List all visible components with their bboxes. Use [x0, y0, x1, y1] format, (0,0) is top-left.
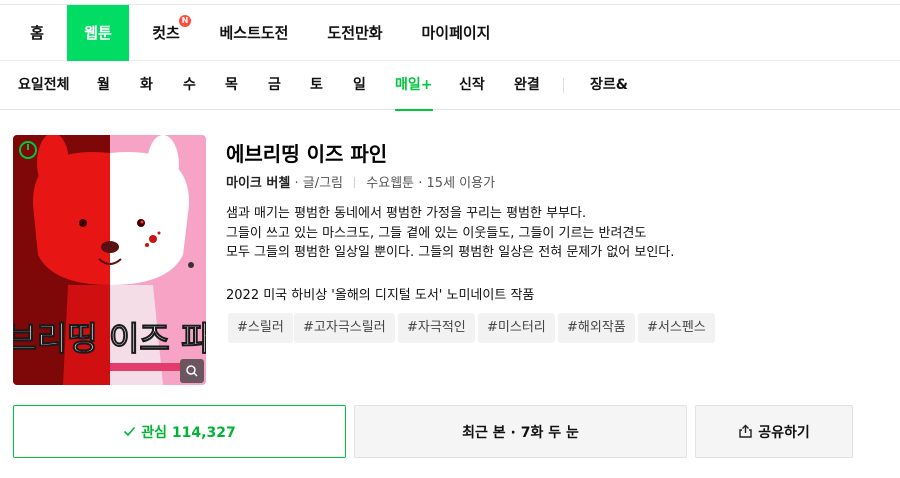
tab-friday[interactable]: 금 — [268, 61, 281, 110]
thumbnail-artwork: 에브리띵 이즈 파인 — [13, 135, 206, 385]
award-text: 2022 미국 하비상 '올해의 디지털 도서' 노미네이트 작품 — [226, 288, 535, 303]
description-line: 그들이 쓰고 있는 마스크도, 그들 곁에 있는 이웃들도, 그들이 기르는 반… — [226, 225, 647, 241]
tag-mystery[interactable]: #미스터리 — [478, 313, 555, 343]
nav-item-mypage[interactable]: 마이페이지 — [410, 5, 502, 61]
tab-thursday[interactable]: 목 — [225, 61, 238, 110]
tab-daily-plus[interactable]: 매일+ — [395, 61, 433, 111]
tag-high-stimulus-thriller[interactable]: #고자극스릴러 — [294, 313, 395, 343]
nav-item-home[interactable]: 홈 — [16, 5, 58, 61]
nav-item-webtoon[interactable]: 웹툰 — [67, 5, 129, 61]
comic-title: 에브리띵 이즈 파인 — [226, 142, 388, 166]
share-button[interactable]: 공유하기 — [695, 405, 853, 458]
tab-saturday[interactable]: 토 — [310, 61, 323, 110]
day-genre: 수요웹툰 — [366, 176, 415, 191]
comic-thumbnail[interactable]: 에브리띵 이즈 파인 — [13, 135, 206, 385]
timer-icon — [19, 141, 37, 159]
recent-viewed-button[interactable]: 최근 본 · 7화 두 눈 — [354, 405, 687, 458]
tag-stimulating[interactable]: #자극적인 — [398, 313, 475, 343]
share-label: 공유하기 — [758, 424, 810, 441]
nav-divider — [563, 78, 564, 93]
meta-divider — [354, 177, 356, 188]
nav-item-challenge[interactable]: 도전만화 — [316, 5, 394, 61]
recent-viewed-label: 최근 본 · 7화 두 눈 — [462, 424, 579, 441]
tab-wednesday[interactable]: 수 — [183, 61, 196, 110]
tag-foreign[interactable]: #해외작품 — [558, 313, 635, 343]
tab-new[interactable]: 신작 — [459, 61, 485, 110]
tab-tuesday[interactable]: 화 — [140, 61, 153, 110]
nav-item-best-challenge[interactable]: 베스트도전 — [208, 5, 300, 61]
main-nav: 홈 웹툰 컷츠 N 베스트도전 도전만화 마이페이지 — [0, 5, 900, 61]
author-link[interactable]: 마이크 버첼 — [226, 176, 290, 191]
tab-daily-plus-label: 매일+ — [395, 77, 433, 93]
zoom-button[interactable] — [180, 359, 204, 383]
nav-item-cuts-label: 컷츠 — [152, 24, 180, 42]
tab-completed[interactable]: 완결 — [514, 61, 540, 110]
comic-meta: 마이크 버첼 · 글/그림 수요웹툰 · 15세 이용가 — [226, 172, 495, 191]
description-line: 모두 그들의 평범한 일상일 뿐이다. 그들의 평범한 일상은 전혀 문제가 없… — [226, 245, 675, 260]
description-line: 샘과 매기는 평범한 동네에서 평범한 가정을 꾸리는 평범한 부부다. — [226, 206, 587, 221]
share-icon — [739, 424, 752, 438]
nav-item-cuts[interactable]: 컷츠 — [140, 5, 192, 61]
tab-all-days[interactable]: 요일전체 — [18, 61, 70, 110]
favorite-button[interactable]: 관심 114,327 — [13, 405, 346, 458]
search-icon — [186, 365, 198, 377]
check-icon — [124, 426, 136, 437]
favorite-label: 관심 114,327 — [141, 424, 236, 441]
author-role: · 글/그림 — [294, 176, 343, 191]
tag-suspense[interactable]: #서스펜스 — [638, 313, 715, 343]
tag-thriller[interactable]: #스릴러 — [228, 313, 293, 343]
active-tab-indicator — [395, 109, 433, 111]
weekday-nav: 요일전체 월 화 수 목 금 토 일 매일+ 신작 완결 장르& — [0, 61, 900, 111]
comic-description: 샘과 매기는 평범한 동네에서 평범한 가정을 꾸리는 평범한 부부다. 그들이… — [226, 204, 674, 263]
thumbnail-title-art: 에브리띵 이즈 파인 — [13, 319, 206, 358]
tab-genre[interactable]: 장르& — [590, 61, 628, 110]
age-rating: · 15세 이용가 — [418, 176, 496, 191]
tab-monday[interactable]: 월 — [97, 61, 110, 110]
new-badge: N — [179, 15, 191, 27]
tab-sunday[interactable]: 일 — [353, 61, 366, 110]
